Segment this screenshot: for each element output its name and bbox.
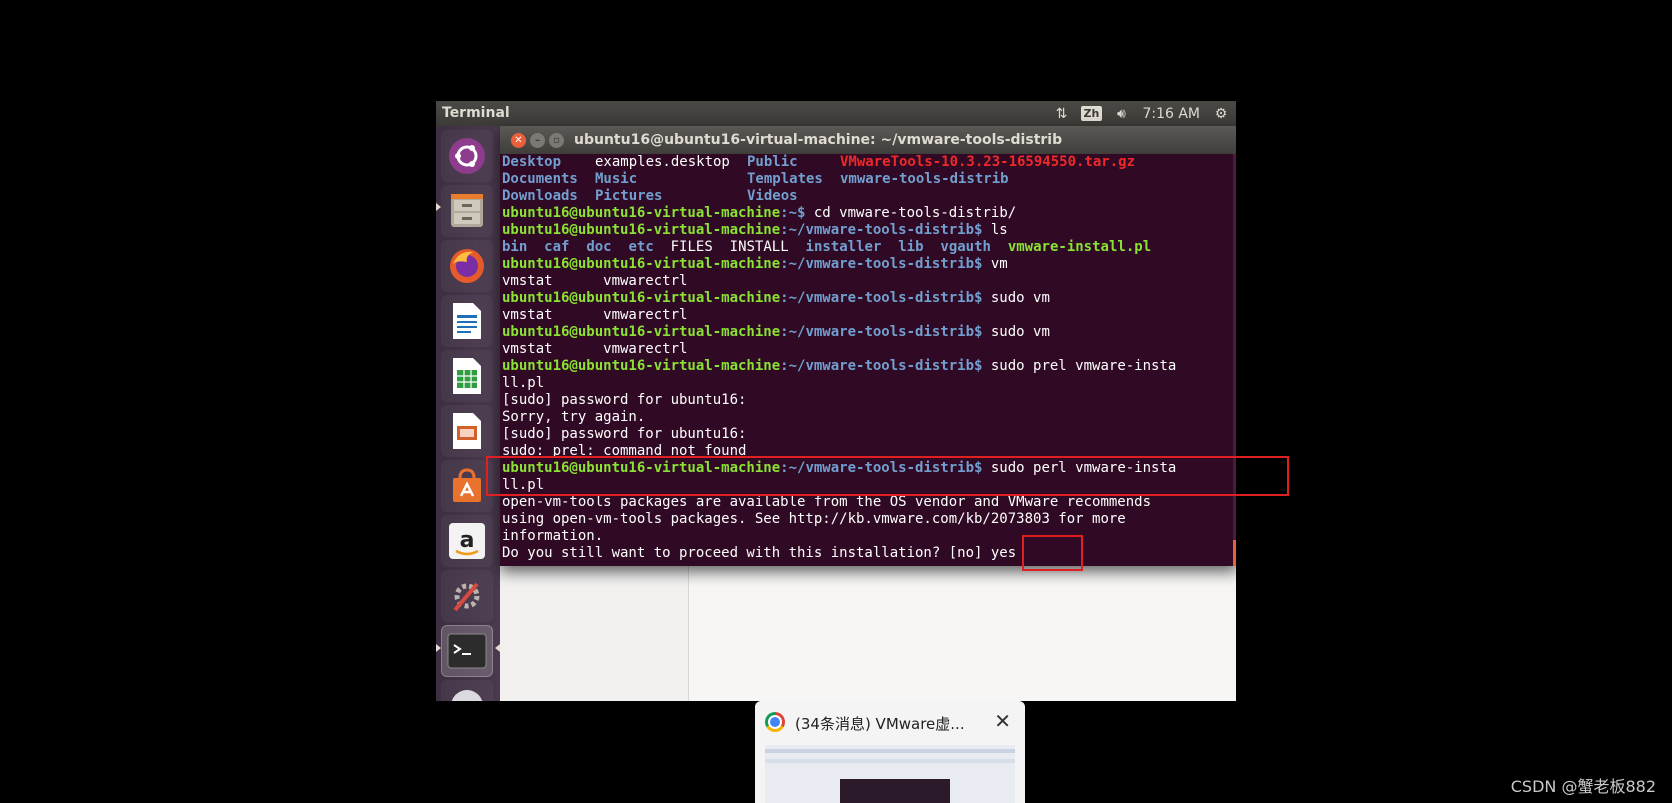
- settings-icon[interactable]: ⚙: [1210, 104, 1232, 124]
- calc-icon[interactable]: [441, 350, 493, 402]
- terminal-line: Do you still want to proceed with this i…: [502, 545, 1017, 561]
- firefox-icon[interactable]: [441, 240, 493, 292]
- terminal-line: using open-vm-tools packages. See http:/…: [502, 511, 1126, 527]
- terminal-line: open-vm-tools packages are available fro…: [502, 494, 1152, 510]
- terminal-line: Desktop examples.desktop Public VMwareTools…: [502, 154, 1136, 170]
- terminal-titlebar[interactable]: ✕ – ▫ ubuntu16@ubuntu16-virtual-machine:…: [500, 126, 1236, 154]
- terminal-line: [sudo] password for ubuntu16:: [502, 392, 747, 408]
- amazon-icon[interactable]: a: [441, 515, 493, 567]
- volume-icon[interactable]: 🔊︎: [1110, 104, 1132, 124]
- input-method-label: Zh: [1080, 106, 1103, 121]
- terminal-line: vmstat vmwarectrl: [502, 307, 688, 323]
- thumbnail-terminal: [840, 779, 950, 803]
- disc-icon[interactable]: [441, 680, 493, 701]
- thumbnail-bar: [765, 749, 1015, 753]
- svg-text:a: a: [460, 528, 475, 553]
- highlight-box-yes-answer: [1022, 535, 1083, 571]
- terminal-window[interactable]: ✕ – ▫ ubuntu16@ubuntu16-virtual-machine:…: [500, 126, 1236, 566]
- tools-icon[interactable]: [441, 570, 493, 622]
- impress-icon[interactable]: [441, 405, 493, 457]
- top-panel: Terminal ⇅ Zh 🔊︎ 7:16 AM ⚙: [436, 101, 1236, 126]
- maximize-icon[interactable]: ▫: [549, 133, 564, 148]
- typed-answer: yes: [990, 545, 1017, 561]
- preview-thumbnail[interactable]: [765, 745, 1015, 803]
- terminal-line: bin caf doc etc FILES INSTALL installer …: [502, 239, 1152, 255]
- vm-screen: Terminal ⇅ Zh 🔊︎ 7:16 AM ⚙ a ✕ – ▫ ubunt…: [436, 101, 1236, 701]
- network-icon[interactable]: ⇅: [1050, 104, 1072, 124]
- terminal-line: Sorry, try again.: [502, 409, 646, 425]
- terminal-line: vmstat vmwarectrl: [502, 273, 688, 289]
- input-method-icon[interactable]: Zh: [1080, 104, 1103, 124]
- ubuntu-logo-icon[interactable]: [441, 130, 493, 182]
- terminal-line: ubuntu16@ubuntu16-virtual-machine:~/vmwa…: [502, 324, 1050, 340]
- terminal-scrollbar[interactable]: [1233, 154, 1236, 566]
- terminal-line: ll.pl: [502, 375, 545, 391]
- minimize-icon[interactable]: –: [530, 133, 545, 148]
- system-tray: ⇅ Zh 🔊︎ 7:16 AM ⚙: [1050, 101, 1232, 126]
- terminal-line: [sudo] password for ubuntu16:: [502, 426, 747, 442]
- terminal-line: ubuntu16@ubuntu16-virtual-machine:~/vmwa…: [502, 290, 1050, 306]
- watermark: CSDN @蟹老板882: [1510, 777, 1656, 796]
- terminal-icon[interactable]: [441, 625, 493, 677]
- chrome-icon: [765, 712, 785, 732]
- file-cabinet-icon[interactable]: [441, 185, 493, 237]
- terminal-line: Downloads Pictures Videos: [502, 188, 798, 204]
- launcher: a: [436, 126, 501, 701]
- highlight-box-perl-command: [486, 456, 1289, 496]
- terminal-line: Documents Music Templates vmware-tools-dist…: [502, 171, 1009, 187]
- close-icon[interactable]: ✕: [994, 709, 1011, 733]
- background-window-sidebar: [500, 561, 689, 701]
- terminal-line: vmstat vmwarectrl: [502, 341, 688, 357]
- clock[interactable]: 7:16 AM: [1140, 106, 1202, 122]
- terminal-output[interactable]: Desktop examples.desktop Public VMwareTools…: [502, 154, 1232, 566]
- terminal-line: ubuntu16@ubuntu16-virtual-machine:~/vmwa…: [502, 256, 1008, 272]
- close-icon[interactable]: ✕: [511, 133, 526, 148]
- background-window: [500, 561, 1236, 701]
- scrollbar-thumb[interactable]: [1233, 540, 1236, 566]
- writer-icon[interactable]: [441, 295, 493, 347]
- terminal-line: ubuntu16@ubuntu16-virtual-machine:~/vmwa…: [502, 222, 1008, 238]
- taskbar-preview[interactable]: (34条消息) VMware虚... ✕: [755, 701, 1025, 803]
- preview-title: (34条消息) VMware虚...: [795, 715, 965, 733]
- terminal-line: information.: [502, 528, 604, 544]
- active-app-name: Terminal: [442, 105, 510, 121]
- terminal-title: ubuntu16@ubuntu16-virtual-machine: ~/vmw…: [574, 132, 1063, 148]
- terminal-line: ubuntu16@ubuntu16-virtual-machine:~/vmwa…: [502, 358, 1177, 374]
- terminal-line: ubuntu16@ubuntu16-virtual-machine:~$ cd …: [502, 205, 1017, 221]
- thumbnail-bar: [765, 759, 1015, 763]
